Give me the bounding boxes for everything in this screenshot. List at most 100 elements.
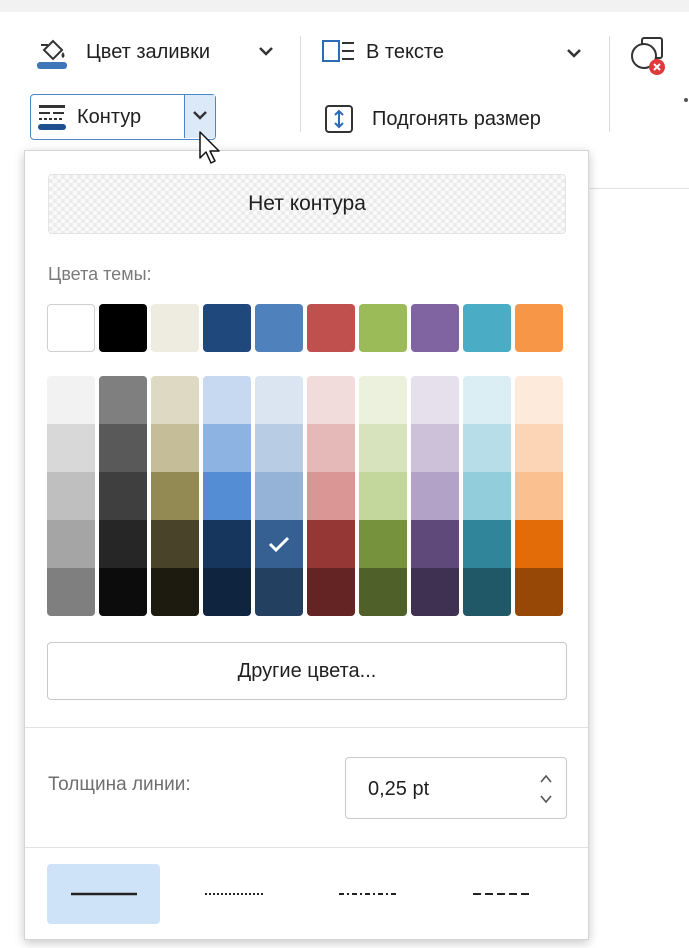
shade-swatch[interactable] xyxy=(151,520,199,568)
shade-swatch[interactable] xyxy=(411,376,459,424)
shade-swatch[interactable] xyxy=(203,424,251,472)
shade-swatch[interactable] xyxy=(411,568,459,616)
text-wrap-icon xyxy=(322,38,356,66)
wrap-in-text-button[interactable]: В тексте xyxy=(322,38,444,66)
shade-swatch[interactable] xyxy=(47,424,95,472)
wrap-dropdown-icon[interactable] xyxy=(566,46,582,60)
shade-swatch[interactable] xyxy=(203,568,251,616)
dash-dot-line-icon xyxy=(338,893,399,895)
paint-bucket-icon xyxy=(34,34,70,70)
shade-swatch[interactable] xyxy=(359,520,407,568)
shade-swatch[interactable] xyxy=(203,376,251,424)
shade-swatch[interactable] xyxy=(515,568,563,616)
theme-color-swatch[interactable] xyxy=(255,304,303,352)
theme-color-swatch[interactable] xyxy=(359,304,407,352)
line-style-button[interactable] xyxy=(315,864,428,924)
line-thickness-value: 0,25 pt xyxy=(368,778,430,800)
shade-swatch[interactable] xyxy=(47,472,95,520)
no-contour-button[interactable]: Нет контура xyxy=(48,174,566,234)
line-style-button[interactable] xyxy=(449,864,562,924)
shade-swatch[interactable] xyxy=(359,376,407,424)
shade-column xyxy=(411,376,459,616)
shade-swatch[interactable] xyxy=(463,568,511,616)
contour-dropdown-panel: Нет контура Цвета темы: Другие цвета... … xyxy=(24,150,589,940)
shade-column xyxy=(151,376,199,616)
shade-swatch[interactable] xyxy=(255,424,303,472)
shade-swatch[interactable] xyxy=(359,472,407,520)
shade-swatch[interactable] xyxy=(203,520,251,568)
shade-swatch[interactable] xyxy=(47,520,95,568)
shade-swatch[interactable] xyxy=(151,376,199,424)
shade-column xyxy=(203,376,251,616)
contour-button[interactable]: Контур xyxy=(30,94,216,140)
shade-swatch[interactable] xyxy=(515,376,563,424)
other-colors-button[interactable]: Другие цвета... xyxy=(47,642,567,700)
shade-swatch[interactable] xyxy=(151,568,199,616)
shade-swatch[interactable] xyxy=(463,472,511,520)
shade-swatch[interactable] xyxy=(255,568,303,616)
shade-swatch[interactable] xyxy=(47,568,95,616)
line-thickness-label: Толщина линии: xyxy=(48,774,191,795)
shade-swatch[interactable] xyxy=(255,472,303,520)
shade-swatch[interactable] xyxy=(255,520,303,568)
shade-swatch[interactable] xyxy=(463,424,511,472)
fill-color-label: Цвет заливки xyxy=(86,40,211,63)
contour-label: Контур xyxy=(77,105,142,128)
shade-swatch[interactable] xyxy=(307,568,355,616)
shade-swatch[interactable] xyxy=(47,376,95,424)
shade-column xyxy=(99,376,147,616)
resize-vertical-icon xyxy=(324,104,354,134)
theme-color-swatch[interactable] xyxy=(203,304,251,352)
fit-size-button[interactable]: Подгонять размер xyxy=(324,104,541,134)
shade-swatch[interactable] xyxy=(307,520,355,568)
shade-swatch[interactable] xyxy=(463,520,511,568)
panel-divider xyxy=(25,847,588,848)
shade-swatch[interactable] xyxy=(515,424,563,472)
shade-column xyxy=(515,376,563,616)
shade-swatch[interactable] xyxy=(307,424,355,472)
fill-color-button[interactable]: Цвет заливки xyxy=(34,34,210,70)
shade-swatch[interactable] xyxy=(411,520,459,568)
shade-swatch[interactable] xyxy=(203,472,251,520)
theme-color-swatch[interactable] xyxy=(307,304,355,352)
toolbar-separator xyxy=(609,36,610,132)
shade-swatch[interactable] xyxy=(99,520,147,568)
shade-swatch[interactable] xyxy=(307,472,355,520)
line-style-button[interactable] xyxy=(181,864,294,924)
theme-color-swatch[interactable] xyxy=(515,304,563,352)
line-styles-row xyxy=(47,864,583,924)
solid-line-icon xyxy=(70,892,137,896)
panel-divider xyxy=(25,727,588,728)
toolbar-top-strip xyxy=(0,0,689,12)
line-thickness-spinbox[interactable]: 0,25 pt xyxy=(345,757,567,819)
shade-swatch[interactable] xyxy=(359,424,407,472)
shade-swatch[interactable] xyxy=(411,424,459,472)
shade-swatch[interactable] xyxy=(359,568,407,616)
shade-swatch[interactable] xyxy=(463,376,511,424)
theme-color-swatch[interactable] xyxy=(411,304,459,352)
theme-colors-label: Цвета темы: xyxy=(48,264,152,284)
shade-column xyxy=(463,376,511,616)
shade-swatch[interactable] xyxy=(99,472,147,520)
shade-swatch[interactable] xyxy=(151,472,199,520)
in-text-label: В тексте xyxy=(366,40,444,63)
shade-swatch[interactable] xyxy=(99,376,147,424)
dotted-line-icon xyxy=(204,893,265,895)
spin-arrows-icon[interactable] xyxy=(538,770,554,808)
ribbon-bottom-border xyxy=(590,188,689,189)
shape-remove-icon[interactable] xyxy=(630,36,674,78)
theme-color-swatch[interactable] xyxy=(151,304,199,352)
shade-swatch[interactable] xyxy=(99,568,147,616)
fill-color-dropdown-icon[interactable] xyxy=(258,44,274,58)
shade-swatch[interactable] xyxy=(99,424,147,472)
line-style-button[interactable] xyxy=(47,864,160,924)
theme-color-swatch[interactable] xyxy=(47,304,95,352)
shade-swatch[interactable] xyxy=(515,520,563,568)
theme-color-swatch[interactable] xyxy=(463,304,511,352)
shade-swatch[interactable] xyxy=(411,472,459,520)
shade-swatch[interactable] xyxy=(307,376,355,424)
shade-swatch[interactable] xyxy=(255,376,303,424)
shade-swatch[interactable] xyxy=(151,424,199,472)
theme-color-swatch[interactable] xyxy=(99,304,147,352)
shade-swatch[interactable] xyxy=(515,472,563,520)
